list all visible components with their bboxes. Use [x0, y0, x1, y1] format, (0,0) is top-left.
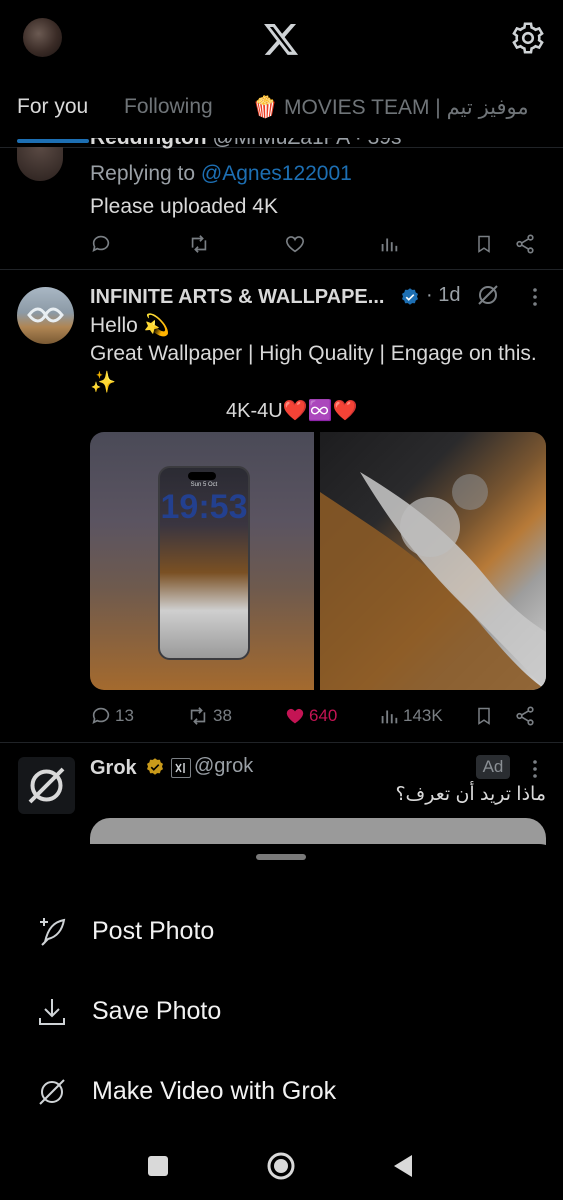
tweet-author-name[interactable]: INFINITE ARTS & WALLPAPE... — [90, 283, 384, 311]
home-button[interactable] — [263, 1148, 299, 1184]
profile-avatar[interactable] — [23, 18, 62, 57]
reply-count: 13 — [115, 706, 134, 725]
views-button[interactable]: 143K — [378, 705, 443, 727]
ad-badge: Ad — [476, 755, 510, 779]
x-logo-icon — [262, 20, 300, 58]
tweet-text-line: Hello 💫 — [90, 314, 170, 337]
grok-avatar-icon[interactable] — [18, 757, 75, 814]
feather-plus-icon — [36, 916, 68, 948]
tab-following[interactable]: Following — [124, 95, 213, 119]
heart-filled-icon — [286, 708, 304, 724]
repost-icon — [191, 235, 207, 253]
repost-button[interactable]: 38 — [186, 705, 232, 727]
replying-to-line: Replying to @Agnes122001 — [90, 160, 352, 188]
views-button[interactable] — [378, 233, 400, 255]
share-icon — [516, 706, 534, 726]
tweet-avatar[interactable] — [17, 147, 63, 181]
tweet-author-name[interactable]: Grok — [90, 754, 137, 782]
tweet-text-line: ✨ — [90, 371, 117, 394]
sheet-item-label: Make Video with Grok — [92, 1077, 337, 1105]
sheet-item-label: Save Photo — [92, 997, 222, 1025]
share-icon — [516, 234, 534, 254]
tweet-image-phone-wallpaper[interactable]: Sun 5 Oct 19:53 — [90, 432, 314, 690]
divider — [0, 742, 563, 743]
settings-gear-icon[interactable] — [510, 20, 546, 56]
like-button[interactable]: 640 — [284, 705, 337, 727]
tweet-text: Please uploaded 4K — [90, 195, 278, 218]
replying-prefix: Replying to — [90, 162, 196, 185]
back-triangle-icon — [394, 1155, 412, 1177]
back-button[interactable] — [386, 1148, 422, 1184]
more-options-icon[interactable] — [525, 758, 545, 780]
tab-movies-team[interactable]: 🍿 MOVIES TEAM | موفيز تيم — [252, 95, 529, 120]
tweet-text: ماذا تريد أن تعرف؟ — [395, 784, 546, 805]
tweet-author-partial: Reddington @MrMuZa1PA · 39s — [90, 138, 401, 152]
download-icon — [36, 996, 68, 1028]
bookmark-button[interactable] — [474, 705, 494, 727]
save-photo-option[interactable]: Save Photo — [0, 982, 563, 1042]
share-button[interactable] — [514, 233, 536, 255]
tweet-avatar[interactable] — [17, 287, 74, 344]
recent-apps-button[interactable] — [140, 1148, 176, 1184]
reply-button[interactable]: 13 — [90, 705, 134, 727]
bookmark-icon — [478, 707, 490, 725]
make-video-with-grok-option[interactable]: Make Video with Grok — [0, 1062, 563, 1122]
tweet-text-line: 4K-4U❤️♾️❤️ — [226, 400, 358, 422]
grok-icon — [36, 1076, 68, 1108]
active-tab-indicator — [17, 139, 89, 143]
sheet-drag-handle[interactable] — [256, 854, 306, 860]
bookmark-button[interactable] — [474, 233, 494, 255]
home-circle-icon — [267, 1152, 295, 1180]
verified-badge-icon — [400, 287, 420, 307]
reply-icon — [92, 235, 110, 252]
repost-count: 38 — [213, 706, 232, 725]
views-bar-chart-icon — [381, 710, 398, 724]
share-button[interactable] — [514, 705, 536, 727]
phone-mockup: Sun 5 Oct 19:53 — [158, 466, 250, 660]
heart-icon — [285, 236, 305, 253]
sheet-item-label: Post Photo — [92, 917, 215, 945]
views-bar-chart-icon — [381, 238, 398, 252]
replying-handle-link[interactable]: @Agnes122001 — [201, 162, 352, 185]
grok-icon[interactable] — [476, 283, 500, 307]
xai-affiliate-icon — [171, 758, 191, 778]
post-photo-option[interactable]: Post Photo — [0, 902, 563, 962]
phone-notch — [188, 472, 216, 480]
repost-icon — [190, 707, 206, 725]
more-options-icon[interactable] — [525, 286, 545, 308]
like-count: 640 — [309, 706, 338, 725]
repost-button[interactable] — [187, 233, 211, 255]
phone-clock: 19:53 — [160, 488, 248, 526]
tweet-text-line: Great Wallpaper | High Quality | Engage … — [90, 342, 537, 365]
bookmark-icon — [478, 235, 490, 253]
tweet-author-handle[interactable]: @grok — [194, 755, 253, 778]
like-button[interactable] — [284, 233, 306, 255]
view-count: 143K — [403, 706, 443, 725]
gold-verified-badge-icon — [145, 757, 165, 777]
tweet-image-wallpaper[interactable] — [320, 432, 546, 690]
reply-icon — [92, 707, 110, 724]
tab-for-you[interactable]: For you — [17, 95, 88, 119]
reply-button[interactable] — [90, 233, 112, 255]
square-icon — [148, 1156, 168, 1176]
divider — [0, 269, 563, 270]
tweet-timestamp: · 1d — [426, 284, 461, 306]
